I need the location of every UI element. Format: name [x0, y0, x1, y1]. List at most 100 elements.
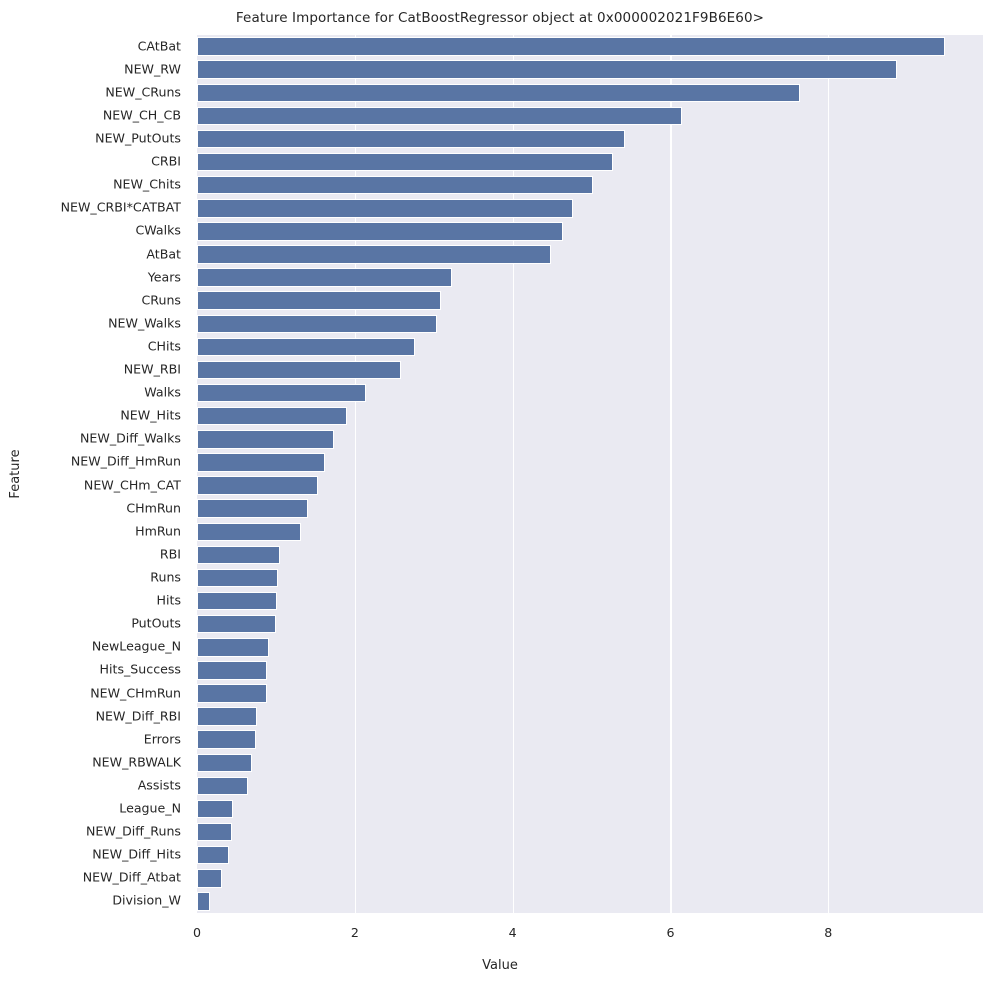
- bar[interactable]: [197, 314, 437, 334]
- bar-row[interactable]: [197, 892, 211, 911]
- bar-row[interactable]: [197, 37, 946, 56]
- y-tick-label: CAtBat: [137, 38, 181, 54]
- bar[interactable]: [197, 37, 946, 56]
- bar-row[interactable]: [197, 707, 257, 726]
- bar-row[interactable]: [197, 776, 249, 796]
- bar-row[interactable]: [197, 430, 334, 449]
- y-tick-label: Years: [147, 269, 181, 285]
- bar-row[interactable]: [197, 83, 800, 102]
- bar-row[interactable]: [197, 360, 401, 380]
- y-tick-label: Assists: [137, 777, 181, 793]
- bar-row[interactable]: [197, 60, 897, 79]
- bar[interactable]: [197, 845, 229, 865]
- x-tick-label: 8: [824, 925, 833, 940]
- bar-row[interactable]: [197, 268, 452, 287]
- bar[interactable]: [197, 383, 366, 403]
- bar[interactable]: [197, 222, 564, 241]
- bar[interactable]: [197, 60, 897, 79]
- bar[interactable]: [197, 453, 325, 472]
- bar-row[interactable]: [197, 753, 253, 773]
- x-axis-tick-labels: 0 2 4 6 8: [0, 913, 1000, 953]
- bar-row[interactable]: [197, 406, 347, 426]
- bar[interactable]: [197, 291, 441, 310]
- bar[interactable]: [197, 822, 232, 842]
- bar-row[interactable]: [197, 499, 309, 518]
- bar-row[interactable]: [197, 869, 223, 888]
- bar-row[interactable]: [197, 199, 574, 218]
- bar[interactable]: [197, 175, 594, 195]
- bar[interactable]: [197, 776, 249, 796]
- bar[interactable]: [197, 638, 269, 657]
- y-tick-label: NEW_Diff_Walks: [79, 431, 181, 447]
- y-tick-label: NewLeague_N: [91, 638, 181, 654]
- bar[interactable]: [197, 406, 347, 426]
- bar-row[interactable]: [197, 245, 552, 264]
- bar[interactable]: [197, 568, 279, 588]
- bar-row[interactable]: [197, 291, 441, 310]
- bar[interactable]: [197, 106, 683, 126]
- plot-area: [197, 35, 983, 913]
- x-tick-label: 4: [508, 925, 517, 940]
- bar[interactable]: [197, 730, 257, 749]
- bar[interactable]: [197, 199, 574, 218]
- y-tick-label: NEW_CHm_CAT: [83, 477, 181, 493]
- bar[interactable]: [197, 430, 334, 449]
- bar[interactable]: [197, 707, 257, 726]
- bar-row[interactable]: [197, 822, 232, 842]
- y-tick-label: NEW_Walks: [108, 315, 181, 331]
- y-tick-label: CHmRun: [126, 500, 181, 516]
- bar[interactable]: [197, 337, 415, 357]
- bar-row[interactable]: [197, 453, 325, 472]
- bar-row[interactable]: [197, 614, 276, 634]
- bar-row[interactable]: [197, 129, 625, 149]
- y-tick-label: CRBI: [151, 153, 181, 169]
- y-tick-label: HmRun: [135, 523, 181, 539]
- bar[interactable]: [197, 499, 309, 518]
- bar-row[interactable]: [197, 476, 318, 495]
- bar[interactable]: [197, 245, 552, 264]
- bar-row[interactable]: [197, 383, 366, 403]
- bar[interactable]: [197, 522, 302, 541]
- y-tick-label: Errors: [143, 731, 181, 747]
- bar[interactable]: [197, 799, 233, 819]
- bar-row[interactable]: [197, 568, 279, 588]
- bar[interactable]: [197, 661, 268, 680]
- bar[interactable]: [197, 614, 276, 634]
- bar-row[interactable]: [197, 152, 613, 172]
- y-tick-label: NEW_Diff_HmRun: [70, 454, 181, 470]
- x-tick-label: 0: [192, 925, 202, 940]
- bar-row[interactable]: [197, 222, 564, 241]
- y-tick-label: NEW_Diff_Runs: [85, 823, 181, 839]
- y-tick-label: NEW_CH_CB: [102, 107, 181, 123]
- bar-row[interactable]: [197, 314, 437, 334]
- bar-row[interactable]: [197, 799, 233, 819]
- bar-row[interactable]: [197, 661, 268, 680]
- bar-row[interactable]: [197, 638, 269, 657]
- bar-row[interactable]: [197, 175, 594, 195]
- bar[interactable]: [197, 684, 268, 703]
- bar[interactable]: [197, 892, 211, 911]
- bar-row[interactable]: [197, 684, 268, 703]
- bar[interactable]: [197, 869, 223, 888]
- bar[interactable]: [197, 545, 280, 565]
- y-tick-label: NEW_Diff_Hits: [92, 846, 181, 862]
- bar[interactable]: [197, 268, 452, 287]
- bar[interactable]: [197, 360, 401, 380]
- bar-row[interactable]: [197, 845, 229, 865]
- bar-row[interactable]: [197, 106, 683, 126]
- bar-row[interactable]: [197, 545, 280, 565]
- y-axis-tick-labels: CAtBat NEW_RW NEW_CRuns NEW_CH_CB NEW_PutOut…: [0, 35, 190, 913]
- bar[interactable]: [197, 753, 253, 773]
- y-tick-label: CRuns: [141, 292, 181, 308]
- bar-row[interactable]: [197, 591, 278, 611]
- bar[interactable]: [197, 83, 800, 102]
- bar-row[interactable]: [197, 522, 302, 541]
- bar[interactable]: [197, 476, 318, 495]
- y-tick-label: NEW_Diff_Atbat: [82, 870, 181, 886]
- bar[interactable]: [197, 129, 625, 149]
- bar-row[interactable]: [197, 337, 415, 357]
- y-axis-title: Feature: [8, 449, 23, 499]
- bar[interactable]: [197, 152, 613, 172]
- bar-row[interactable]: [197, 730, 257, 749]
- bar[interactable]: [197, 591, 278, 611]
